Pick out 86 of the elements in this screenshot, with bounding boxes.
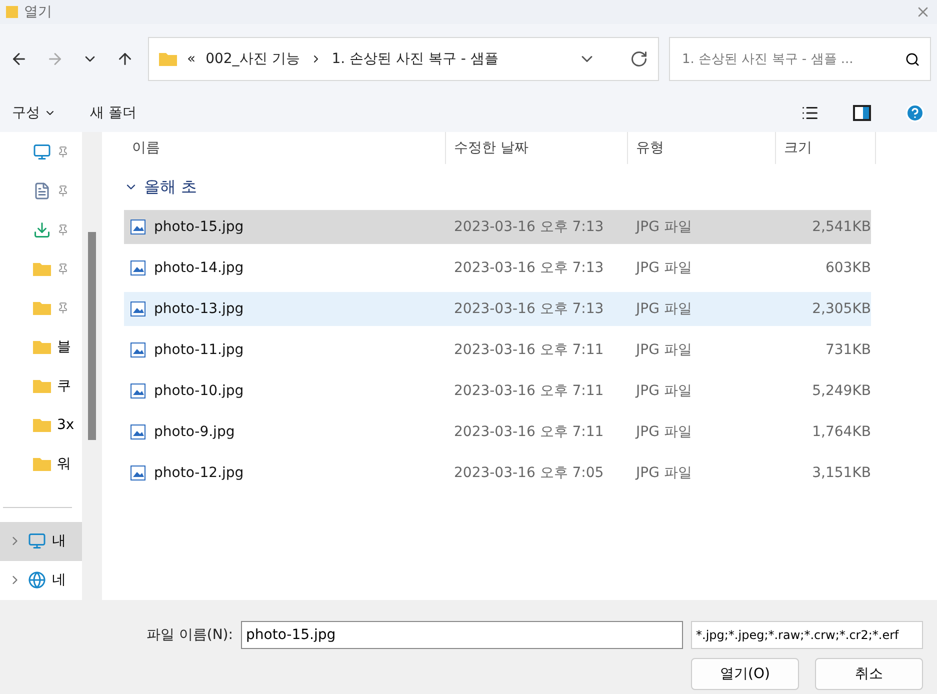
date-cell-text: 2023-03-16 오후 7:11 (453, 423, 605, 441)
scrollbar-thumb[interactable] (88, 232, 96, 440)
refresh-icon[interactable] (630, 50, 648, 68)
image-file-icon (130, 219, 146, 235)
cancel-button[interactable]: 취소 (815, 658, 923, 690)
folder-icon (33, 418, 51, 432)
date-cell-text: 2023-03-16 오후 7:11 (453, 382, 605, 400)
file-name: photo-9.jpg (154, 424, 235, 440)
search-field[interactable]: 1. 손상된 사진 복구 - 샘플 ... (669, 37, 931, 81)
date-cell-text: 2023-03-16 오후 7:11 (453, 341, 605, 359)
image-file-icon (130, 383, 146, 399)
size-cell-text: 3,151KB (811, 465, 871, 481)
address-bar[interactable]: « 002_사진 기능 1. 손상된 사진 복구 - 샘플 (148, 37, 659, 81)
folder-icon (159, 52, 177, 66)
file-name: photo-14.jpg (154, 260, 244, 276)
sidebar-item[interactable]: 블 (0, 327, 82, 366)
file-name: photo-12.jpg (154, 465, 244, 481)
breadcrumb[interactable]: « (187, 51, 196, 67)
type-cell-text: JPG 파일 (634, 423, 693, 441)
file-row[interactable]: photo-11.jpg 2023-03-16 오후 7:11 JPG 파일 731KB (124, 333, 871, 367)
sidebar-item[interactable]: 네 (0, 560, 82, 600)
type-cell-text: JPG 파일 (634, 341, 693, 359)
group-header[interactable]: 올해 초 (124, 164, 937, 210)
forward-arrow-icon (46, 50, 64, 68)
file-row[interactable]: photo-10.jpg 2023-03-16 오후 7:11 JPG 파일 5,249KB (124, 374, 871, 408)
size-cell-text: 1,764KB (811, 424, 871, 440)
folder-icon (33, 456, 51, 470)
folder-icon (33, 378, 51, 392)
file-type-dropdown[interactable]: *.jpg;*.jpeg;*.raw;*.crw;*.cr2;*.erf (691, 621, 923, 649)
file-name: photo-13.jpg (154, 301, 244, 317)
monitor-icon (28, 532, 46, 550)
help-icon[interactable] (905, 103, 925, 123)
new-folder-button[interactable]: 새 폴더 (90, 104, 136, 122)
image-file-icon (130, 424, 146, 440)
size-cell-text: 5,249KB (811, 383, 871, 399)
date-cell-text: 2023-03-16 오후 7:13 (453, 259, 605, 277)
search-icon (905, 52, 920, 66)
sidebar-item[interactable]: 쿠 (0, 366, 82, 405)
date-cell-text: 2023-03-16 오후 7:05 (453, 464, 605, 482)
document-icon (33, 182, 51, 200)
file-row[interactable]: photo-13.jpg 2023-03-16 오후 7:13 JPG 파일 2,305KB (124, 292, 871, 326)
date-cell-text: 2023-03-16 오후 7:13 (453, 218, 605, 236)
file-row[interactable]: photo-12.jpg 2023-03-16 오후 7:05 JPG 파일 3,151KB (124, 456, 871, 490)
size-cell-text: 2,305KB (811, 301, 871, 317)
column-header[interactable]: 이름 (124, 132, 446, 164)
file-row[interactable]: photo-9.jpg 2023-03-16 오후 7:11 JPG 파일 1,764KB (124, 415, 871, 449)
folder-icon (33, 300, 51, 314)
organize-button[interactable]: 구성 (12, 104, 56, 122)
type-cell-text: JPG 파일 (634, 300, 693, 318)
file-row[interactable]: photo-15.jpg 2023-03-16 오후 7:13 JPG 파일 2,541KB (124, 210, 871, 244)
file-name: photo-10.jpg (154, 383, 244, 399)
image-file-icon (130, 301, 146, 317)
image-file-icon (130, 260, 146, 276)
image-file-icon (130, 465, 146, 481)
sidebar-item[interactable]: 3x (0, 405, 82, 444)
globe-icon (28, 571, 46, 590)
column-header[interactable]: 크기 (776, 132, 876, 164)
view-icon[interactable] (801, 104, 819, 122)
image-file-icon (130, 342, 146, 358)
file-name: photo-11.jpg (154, 342, 244, 358)
sidebar-item[interactable]: 워 (0, 444, 82, 483)
type-cell-text: JPG 파일 (634, 382, 693, 400)
app-icon (6, 6, 18, 18)
download-icon (33, 220, 51, 238)
type-cell-text: JPG 파일 (634, 464, 693, 482)
file-name: photo-15.jpg (154, 219, 244, 235)
type-cell-text: JPG 파일 (634, 259, 693, 277)
column-header[interactable]: 유형 (628, 132, 776, 164)
column-header[interactable]: 수정한 날짜 (446, 132, 628, 164)
size-cell-text: 731KB (824, 342, 871, 358)
breadcrumb[interactable]: 002_사진 기능 (206, 50, 300, 68)
date-cell-text: 2023-03-16 오후 7:13 (453, 300, 605, 318)
type-cell-text: JPG 파일 (634, 218, 693, 236)
size-cell-text: 603KB (824, 260, 871, 276)
filename-field[interactable]: photo-15.jpg (241, 621, 683, 649)
sidebar-item[interactable]: 내 (0, 522, 82, 561)
filename-label: 파일 이름(N): (146, 626, 233, 644)
preview-pane-icon[interactable] (853, 105, 871, 121)
monitor-icon (33, 142, 51, 160)
size-cell-text: 2,541KB (811, 219, 871, 235)
folder-icon (33, 262, 51, 276)
open-button[interactable]: 열기(O) (691, 658, 799, 690)
folder-icon (33, 340, 51, 354)
file-row[interactable]: photo-14.jpg 2023-03-16 오후 7:13 JPG 파일 603KB (124, 251, 871, 285)
breadcrumb[interactable]: 1. 손상된 사진 복구 - 샘플 (332, 50, 498, 68)
window-title: 열기 (24, 3, 53, 21)
